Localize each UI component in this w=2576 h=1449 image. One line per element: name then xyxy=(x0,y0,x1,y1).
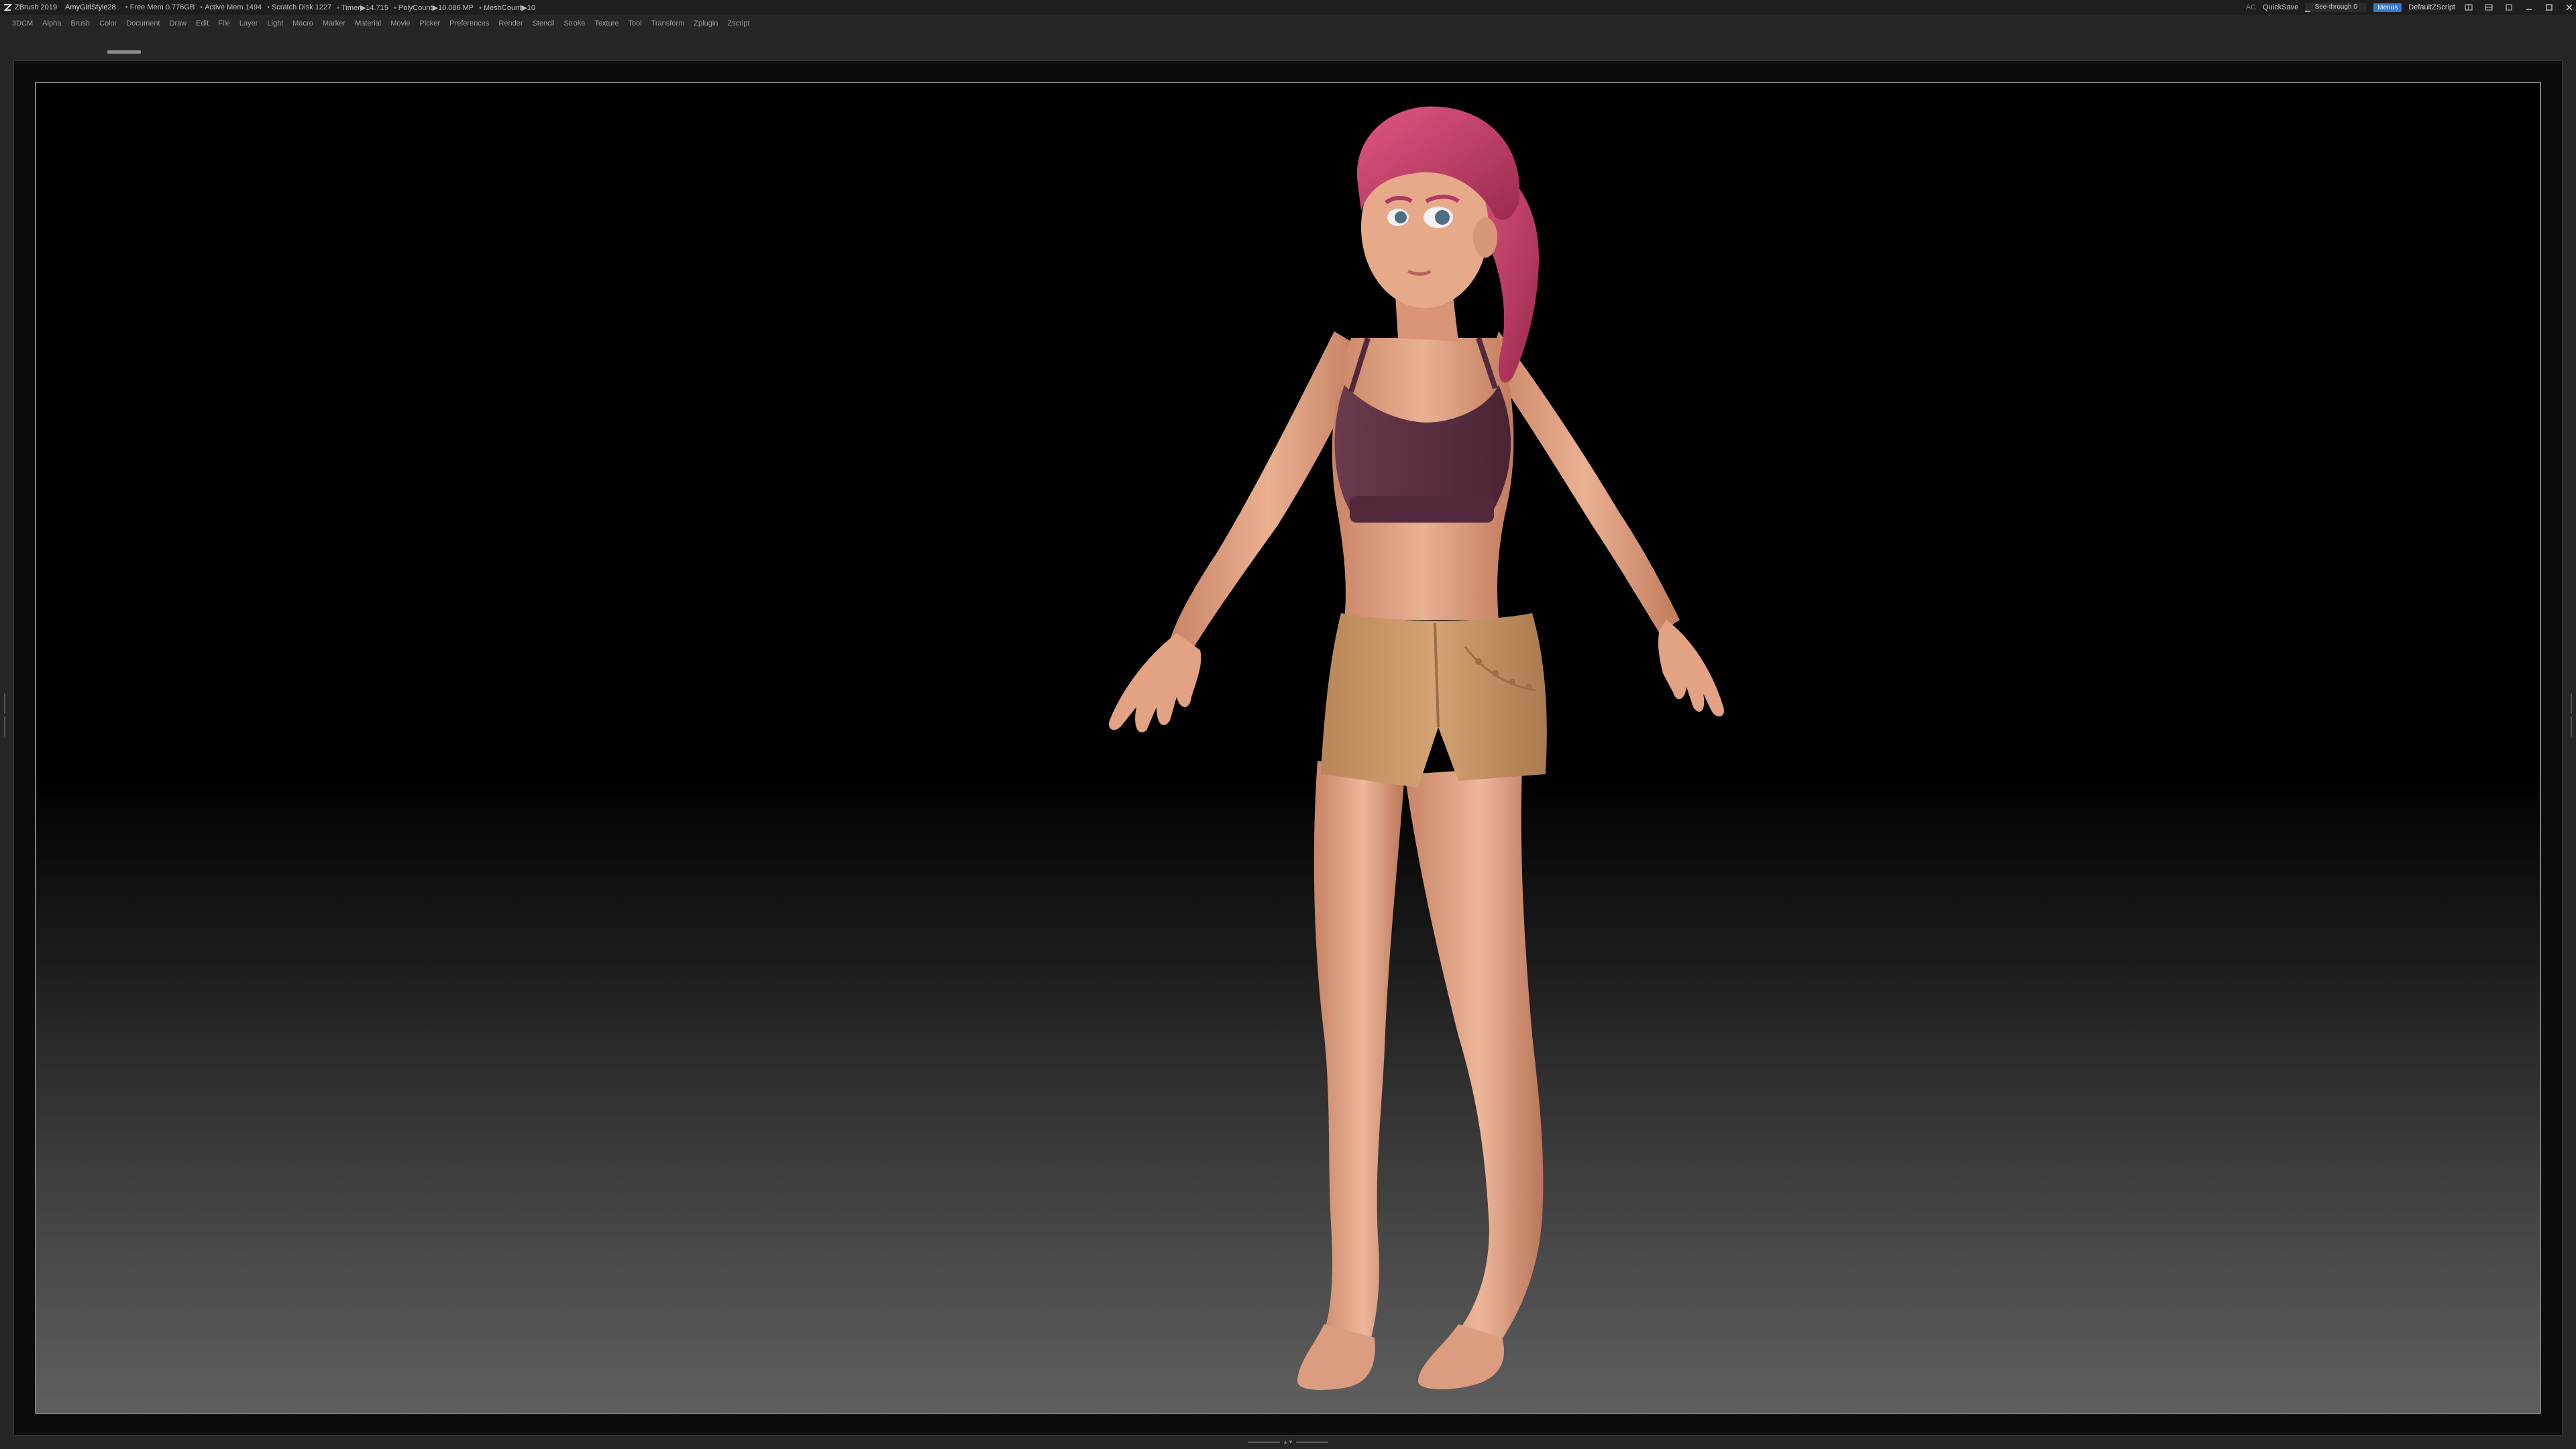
right-leg xyxy=(1405,767,1544,1344)
menu-movie[interactable]: Movie xyxy=(390,19,410,28)
document-viewport[interactable] xyxy=(35,82,2541,1414)
menu-texture[interactable]: Texture xyxy=(594,19,619,28)
menu-color[interactable]: Color xyxy=(99,19,117,28)
stat-polycount: • PolyCount▶10.086 MP xyxy=(393,3,474,12)
menu-preferences[interactable]: Preferences xyxy=(449,19,489,28)
left-tray-handle[interactable] xyxy=(3,691,7,771)
layout-icon[interactable] xyxy=(2482,1,2496,13)
menu-draw[interactable]: Draw xyxy=(170,19,187,28)
close-icon[interactable] xyxy=(2563,1,2576,13)
menu-material[interactable]: Material xyxy=(355,19,381,28)
menu-render[interactable]: Render xyxy=(498,19,523,28)
stat-timer: • Timer▶14.715 xyxy=(337,3,388,12)
quicksave-button[interactable]: QuickSave xyxy=(2263,3,2298,11)
layout-icon[interactable] xyxy=(2462,1,2475,13)
default-zscript-button[interactable]: DefaultZScript xyxy=(2408,3,2455,11)
menu-layer[interactable]: Layer xyxy=(239,19,258,28)
menu-marker[interactable]: Marker xyxy=(323,19,345,28)
shelf-scroll-indicator[interactable] xyxy=(107,50,141,54)
bottom-tray-handle[interactable]: ▲▼ xyxy=(1248,1440,1328,1445)
stat-active-mem: • Active Mem 1494 xyxy=(200,3,262,11)
menu-brush[interactable]: Brush xyxy=(70,19,90,28)
menu-edit[interactable]: Edit xyxy=(196,19,209,28)
menu-alpha[interactable]: Alpha xyxy=(42,19,61,28)
ac-label[interactable]: AC xyxy=(2246,3,2256,11)
shorts xyxy=(1321,613,1547,788)
see-through-label: See-through 0 xyxy=(2314,3,2357,11)
menu-transform[interactable]: Transform xyxy=(651,19,685,28)
menu-document[interactable]: Document xyxy=(126,19,160,28)
menu-picker[interactable]: Picker xyxy=(420,19,441,28)
menu-light[interactable]: Light xyxy=(267,19,283,28)
menu-macro[interactable]: Macro xyxy=(292,19,313,28)
stat-free-mem: • Free Mem 0.776GB xyxy=(125,3,195,11)
zbrush-logo-icon xyxy=(3,3,13,12)
title-bar: ZBrush 2019 AmyGirlStyle28 • Free Mem 0.7… xyxy=(0,0,2576,15)
menu-zscript[interactable]: Zscript xyxy=(727,19,749,28)
bottom-bar: ▲▼ xyxy=(0,1437,2576,1449)
left-leg xyxy=(1313,761,1405,1338)
app-title: ZBrush 2019 xyxy=(15,3,57,11)
menu-zplugin[interactable]: Zplugin xyxy=(694,19,718,28)
stat-meshcount: • MeshCount▶10 xyxy=(479,3,535,12)
layout-icon[interactable] xyxy=(2502,1,2516,13)
menu-3dcm[interactable]: 3DCM xyxy=(12,19,33,28)
menu-file[interactable]: File xyxy=(218,19,230,28)
minimize-icon[interactable] xyxy=(2522,1,2536,13)
maximize-icon[interactable] xyxy=(2542,1,2556,13)
see-through-fill xyxy=(2305,11,2310,12)
menu-stroke[interactable]: Stroke xyxy=(564,19,586,28)
menus-toggle-button[interactable]: Menus xyxy=(2373,3,2402,12)
sculpted-character-model[interactable] xyxy=(36,83,2541,1414)
see-through-slider[interactable]: See-through 0 xyxy=(2305,3,2367,12)
titlebar-right-controls: AC QuickSave See-through 0 Menus Default… xyxy=(2239,0,2576,15)
top-shelf xyxy=(0,32,2576,59)
menu-stencil[interactable]: Stencil xyxy=(532,19,554,28)
document-name: AmyGirlStyle28 xyxy=(64,3,116,11)
stat-scratch-disk: • Scratch Disk 1227 xyxy=(267,3,332,11)
crop-top-band xyxy=(1350,496,1494,523)
left-hand xyxy=(1109,633,1201,733)
menu-bar: 3DCM Alpha Brush Color Document Draw Edi… xyxy=(0,15,2576,32)
right-hand xyxy=(1658,620,1724,717)
menu-tool[interactable]: Tool xyxy=(628,19,641,28)
right-arm xyxy=(1489,331,1680,633)
right-tray-handle[interactable] xyxy=(2569,691,2573,771)
